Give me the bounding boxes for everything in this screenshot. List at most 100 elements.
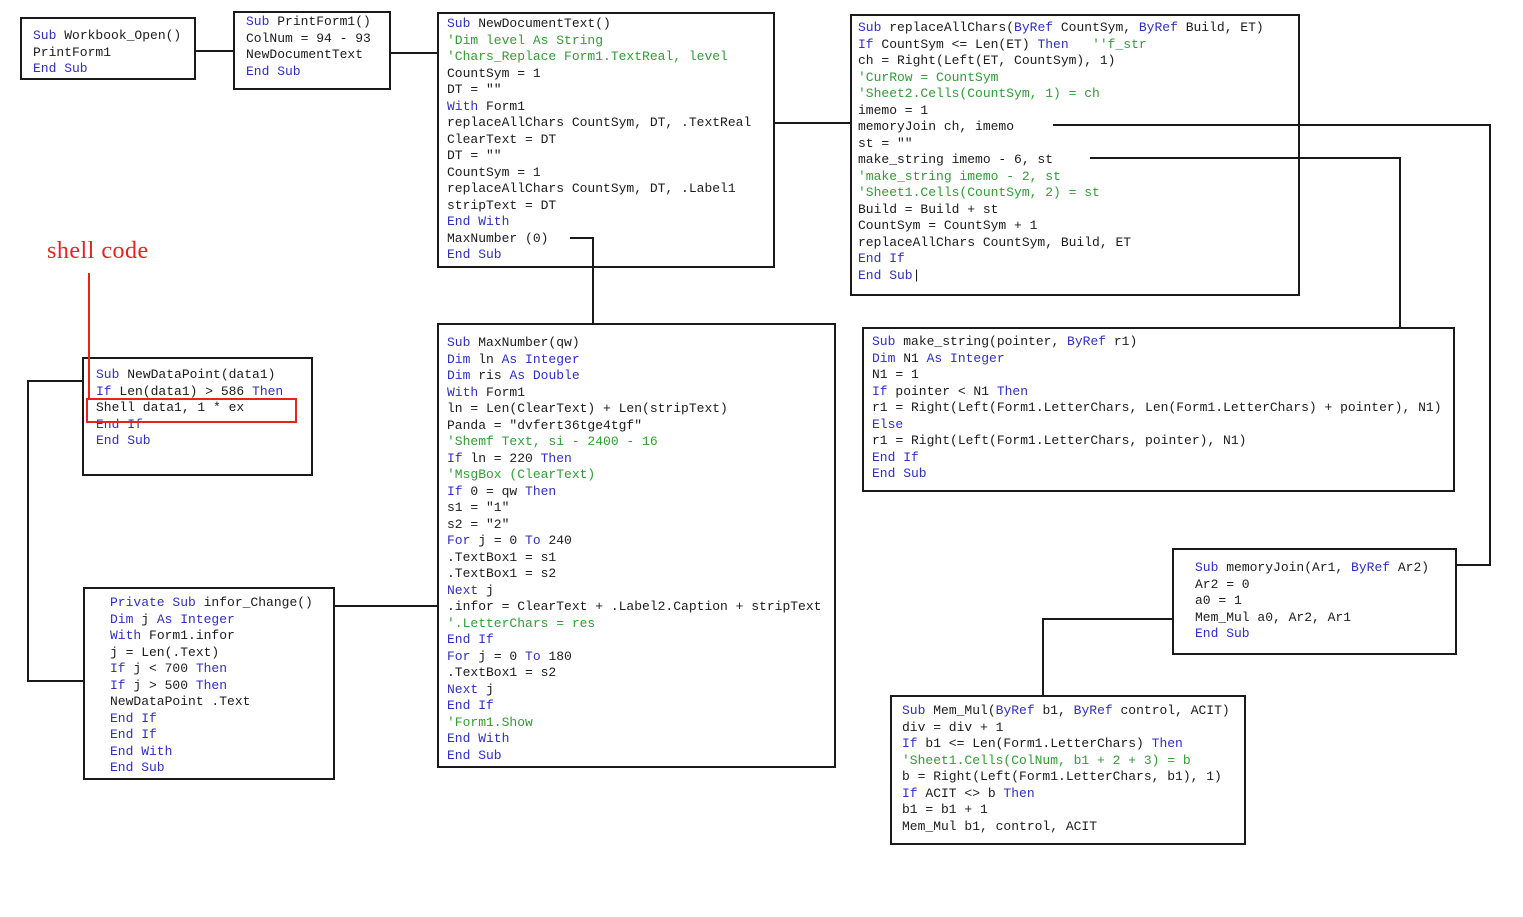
code-segment: b1 = b1 + 1 bbox=[902, 802, 988, 817]
code-line: With Form1 bbox=[447, 99, 773, 116]
code-line: With Form1.infor bbox=[110, 628, 333, 645]
code-segment: Else bbox=[872, 416, 904, 432]
code-segment: End With bbox=[447, 214, 510, 229]
code-segment: Ar2 = 0 bbox=[1195, 576, 1250, 592]
code-segment: 'Shemf Text, si - 2400 - 16 bbox=[447, 434, 658, 449]
code-segment: End Sub bbox=[447, 247, 502, 262]
code-line: Next j bbox=[447, 682, 834, 699]
code-segment: Workbook_Open() bbox=[64, 28, 182, 43]
code-segment: End Sub bbox=[246, 63, 301, 79]
code-segment: j < 700 bbox=[133, 661, 196, 676]
code-line: div = div + 1 bbox=[902, 720, 1244, 737]
code-line: 'MsgBox (ClearText) bbox=[447, 467, 834, 484]
code-segment: End If bbox=[872, 449, 919, 465]
code-segment: 'Sheet1.Cells(ColNum, b1 + 2 + 3) = b bbox=[902, 752, 1191, 768]
code-segment: Mem_Mul( bbox=[933, 703, 996, 718]
code-line: Dim ris As Double bbox=[447, 368, 834, 385]
code-segment: r1) bbox=[1113, 334, 1138, 349]
code-line: 'make_string imemo - 2, st bbox=[858, 169, 1298, 186]
code-line: .TextBox1 = s2 bbox=[447, 566, 834, 583]
code-segment: Then bbox=[195, 677, 228, 693]
code-line: ClearText = DT bbox=[447, 132, 773, 149]
code-segment: s1 = "1" bbox=[447, 500, 510, 515]
code-segment: Dim bbox=[872, 350, 904, 366]
code-segment: replaceAllChars CountSym, DT, .Label1 bbox=[447, 181, 736, 196]
code-segment: Ar2) bbox=[1397, 560, 1430, 575]
code-line: End If bbox=[96, 417, 311, 434]
code-segment: Form1 bbox=[486, 384, 526, 400]
code-line: End Sub bbox=[447, 247, 773, 264]
code-box-replaceallchars: Sub replaceAllChars(ByRef CountSym, ByRe… bbox=[850, 14, 1300, 296]
code-line: make_string imemo - 6, st bbox=[858, 152, 1298, 169]
code-segment: If bbox=[902, 785, 926, 801]
code-segment: Then bbox=[1151, 736, 1183, 751]
code-line: End Sub bbox=[110, 760, 333, 777]
code-segment: ByRef bbox=[995, 703, 1043, 718]
code-segment: Then bbox=[195, 661, 228, 676]
code-line: Panda = "dvfert36tge4tgf" bbox=[447, 418, 834, 435]
code-segment: r1 = Right(Left(Form1.LetterChars, point… bbox=[872, 433, 1247, 448]
code-line: Dim N1 As Integer bbox=[872, 351, 1453, 368]
code-segment: make_string(pointer, bbox=[903, 334, 1068, 349]
code-line: ln = Len(ClearText) + Len(stripText) bbox=[447, 401, 834, 418]
code-segment: If bbox=[110, 677, 134, 693]
code-line: 'Sheet2.Cells(CountSym, 1) = ch bbox=[858, 86, 1298, 103]
code-line: replaceAllChars CountSym, Build, ET bbox=[858, 235, 1298, 252]
code-line: Sub memoryJoin(Ar1, ByRef Ar2) bbox=[1195, 560, 1455, 577]
code-line: '.LetterChars = res bbox=[447, 616, 834, 633]
code-line: s2 = "2" bbox=[447, 517, 834, 534]
code-segment: 'CurRow = CountSym bbox=[858, 69, 999, 85]
code-segment: With bbox=[447, 98, 487, 114]
code-segment: Sub bbox=[858, 20, 890, 35]
code-segment: '.LetterChars = res bbox=[447, 615, 596, 631]
code-segment: 'Sheet2.Cells(CountSym, 1) = ch bbox=[858, 86, 1100, 101]
code-line: Sub PrintForm1() bbox=[246, 14, 389, 31]
code-box-newdocumenttext: Sub NewDocumentText() 'Dim level As Strin… bbox=[437, 12, 775, 268]
code-line: Mem_Mul a0, Ar2, Ar1 bbox=[1195, 610, 1455, 627]
code-segment: Form1 bbox=[486, 98, 526, 114]
code-segment: CountSym, bbox=[1060, 20, 1139, 35]
code-segment: End Sub bbox=[447, 747, 502, 763]
code-segment: b = Right(Left(Form1.LetterChars, b1), 1… bbox=[902, 769, 1222, 784]
code-segment: As Integer bbox=[926, 350, 1005, 366]
code-box-maxnumber: Sub MaxNumber(qw) Dim ln As Integer Dim ri… bbox=[437, 323, 836, 768]
code-segment: As Double bbox=[509, 368, 580, 383]
code-line: If 0 = qw Then bbox=[447, 484, 834, 501]
code-segment: If bbox=[110, 661, 134, 676]
code-line: Sub Workbook_Open() bbox=[33, 28, 194, 45]
code-segment: j = 0 bbox=[478, 648, 526, 664]
code-segment: End Sub bbox=[33, 61, 88, 76]
code-segment: r1 = Right(Left(Form1.LetterChars, Len(F… bbox=[872, 400, 1442, 415]
code-segment: imemo = 1 bbox=[858, 102, 929, 118]
code-segment: Build, ET) bbox=[1185, 20, 1264, 35]
code-line: End Sub bbox=[447, 748, 834, 765]
code-segment: j bbox=[486, 681, 494, 697]
code-segment: memoryJoin ch, imemo bbox=[858, 119, 1015, 134]
code-line: End Sub bbox=[246, 64, 389, 81]
code-segment: 'Dim level As String bbox=[447, 32, 604, 48]
code-segment: Dim bbox=[447, 351, 479, 367]
code-segment: For bbox=[447, 533, 479, 548]
code-segment: Mem_Mul b1, control, ACIT bbox=[902, 818, 1098, 834]
code-line: ch = Right(Left(ET, CountSym), 1) bbox=[858, 53, 1298, 70]
code-line: Ar2 = 0 bbox=[1195, 577, 1455, 594]
code-line: Sub NewDataPoint(data1) bbox=[96, 367, 311, 384]
code-line: Private Sub infor_Change() bbox=[110, 595, 333, 612]
code-line: CountSym = 1 bbox=[447, 165, 773, 182]
code-line: DT = "" bbox=[447, 82, 773, 99]
code-segment: Then bbox=[1037, 36, 1069, 52]
code-line: End If bbox=[447, 698, 834, 715]
code-segment: b1 <= Len(Form1.LetterChars) bbox=[925, 736, 1152, 751]
code-segment: PrintForm1 bbox=[33, 44, 112, 60]
code-line: End If bbox=[858, 251, 1298, 268]
code-segment: Mem_Mul a0, Ar2, Ar1 bbox=[1195, 609, 1352, 625]
code-line: With Form1 bbox=[447, 385, 834, 402]
code-segment: End If bbox=[447, 698, 494, 713]
code-line: 'Form1.Show bbox=[447, 715, 834, 732]
code-segment: MaxNumber(qw) bbox=[478, 335, 580, 350]
code-line: r1 = Right(Left(Form1.LetterChars, Len(F… bbox=[872, 400, 1453, 417]
code-segment: ByRef bbox=[1014, 20, 1061, 35]
code-segment: End With bbox=[110, 743, 173, 759]
code-segment: Then bbox=[996, 383, 1029, 399]
code-segment: div = div + 1 bbox=[902, 719, 1004, 735]
